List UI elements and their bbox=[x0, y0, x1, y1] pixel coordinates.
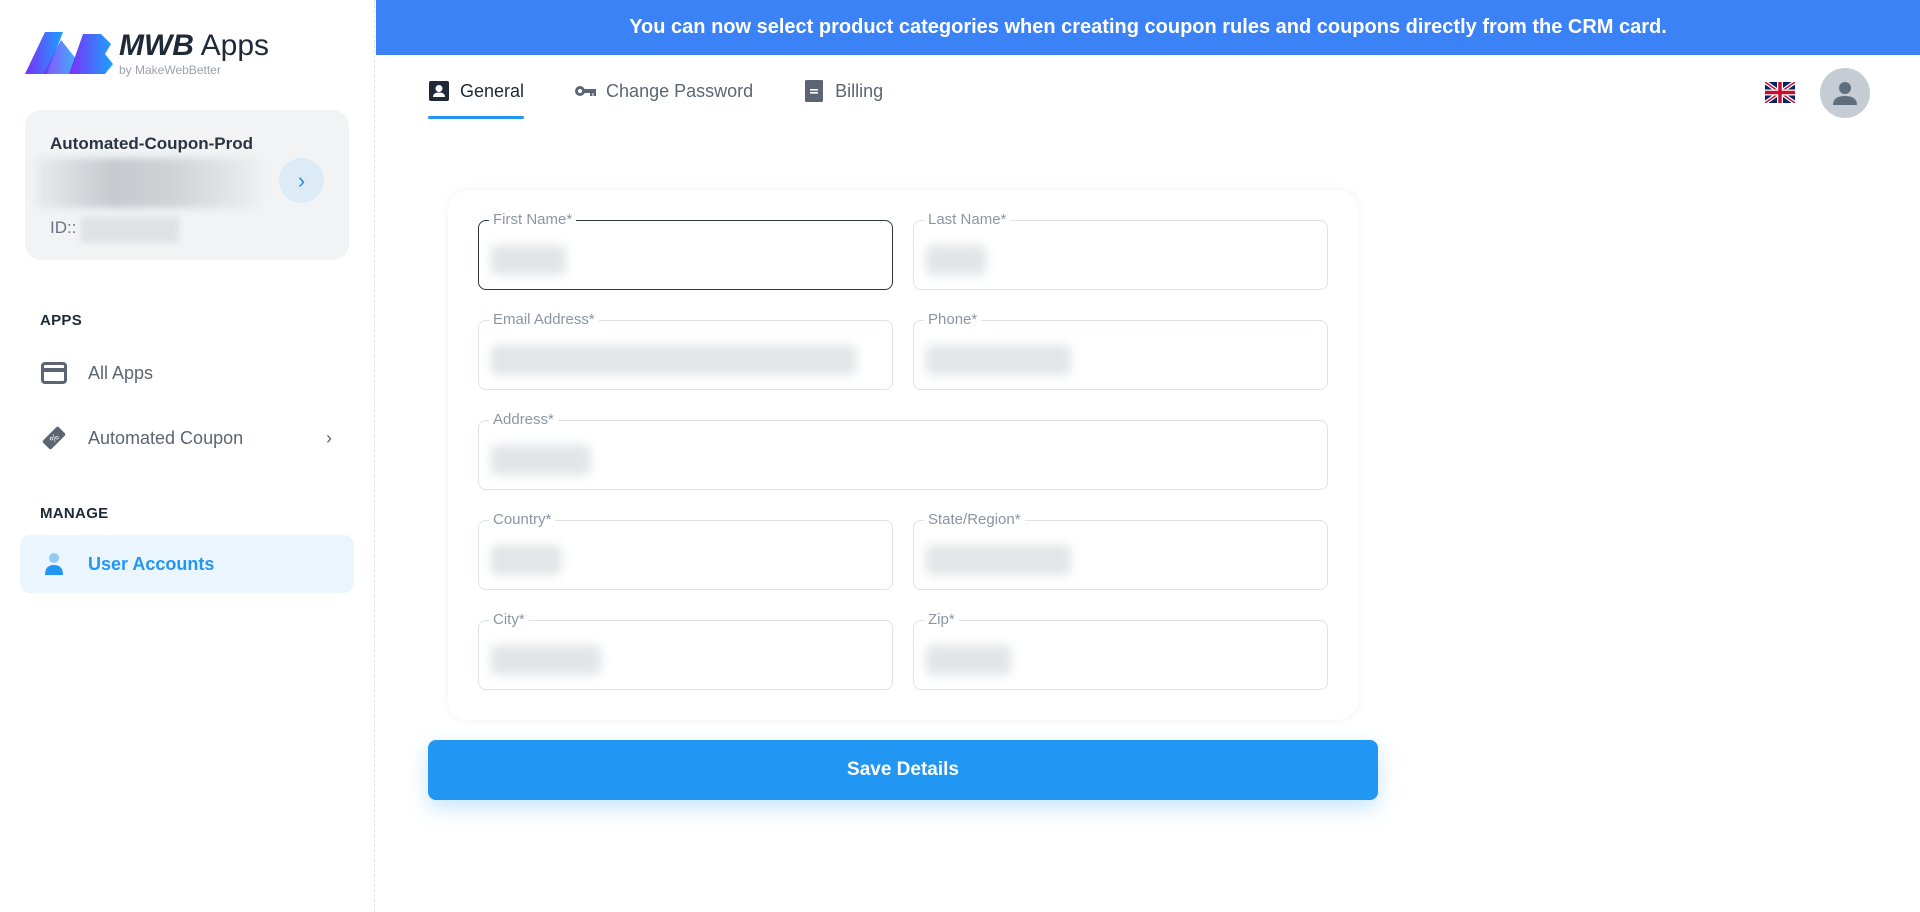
tab-general[interactable]: General bbox=[428, 70, 525, 119]
account-details-redacted bbox=[35, 158, 260, 208]
uk-flag-icon bbox=[1763, 80, 1797, 105]
brand-title: MWB Apps bbox=[119, 29, 270, 62]
brand-logo[interactable]: MWB Apps by MakeWebBetter bbox=[25, 30, 269, 78]
country-field[interactable]: Country* bbox=[478, 511, 893, 590]
section-label-apps: APPS bbox=[40, 312, 83, 329]
sidebar-item-automated-coupon[interactable]: % Automated Coupon › bbox=[20, 409, 354, 467]
address-input[interactable] bbox=[479, 421, 1327, 489]
first-name-input[interactable] bbox=[479, 221, 892, 289]
brand-subtitle: by MakeWebBetter bbox=[119, 63, 221, 77]
city-input[interactable] bbox=[479, 621, 892, 689]
account-switch-button[interactable]: › bbox=[279, 158, 324, 203]
chevron-right-icon: › bbox=[326, 427, 332, 448]
section-label-manage: MANAGE bbox=[40, 505, 109, 522]
user-icon bbox=[1833, 82, 1857, 105]
address-field[interactable]: Address* bbox=[478, 411, 1328, 490]
email-input[interactable] bbox=[479, 321, 892, 389]
tab-billing[interactable]: Billing bbox=[803, 70, 883, 112]
card-icon bbox=[40, 359, 68, 387]
country-input[interactable] bbox=[479, 521, 892, 589]
sidebar-item-label: User Accounts bbox=[88, 553, 215, 574]
save-details-button[interactable]: Save Details bbox=[428, 740, 1378, 800]
zip-field[interactable]: Zip* bbox=[913, 611, 1328, 690]
settings-tabs: General Change Password Billing bbox=[428, 70, 933, 120]
mwb-logo-icon bbox=[25, 32, 113, 74]
email-field[interactable]: Email Address* bbox=[478, 311, 893, 390]
account-id-redacted bbox=[81, 217, 179, 243]
document-icon bbox=[803, 80, 825, 102]
last-name-field[interactable]: Last Name* bbox=[913, 211, 1328, 290]
coupon-tag-icon: % bbox=[40, 424, 68, 452]
key-icon bbox=[574, 80, 597, 102]
chevron-right-icon: › bbox=[297, 167, 306, 193]
first-name-field[interactable]: First Name* bbox=[478, 211, 893, 290]
account-name: Automated-Coupon-Prod bbox=[50, 134, 254, 153]
sidebar-item-all-apps[interactable]: All Apps bbox=[20, 344, 354, 402]
tab-label: Billing bbox=[835, 80, 884, 101]
language-selector[interactable] bbox=[1763, 80, 1797, 105]
state-region-input[interactable] bbox=[914, 521, 1327, 589]
sidebar-item-label: All Apps bbox=[88, 362, 154, 383]
user-icon bbox=[40, 550, 68, 578]
account-id-label: ID:: bbox=[50, 218, 77, 237]
zip-input[interactable] bbox=[914, 621, 1327, 689]
city-field[interactable]: City* bbox=[478, 611, 893, 690]
state-region-field[interactable]: State/Region* bbox=[913, 511, 1328, 590]
tab-change-password[interactable]: Change Password bbox=[574, 70, 753, 112]
last-name-input[interactable] bbox=[914, 221, 1327, 289]
sidebar-item-label: Automated Coupon bbox=[88, 427, 244, 448]
phone-field[interactable]: Phone* bbox=[913, 311, 1328, 390]
sidebar-item-user-accounts[interactable]: User Accounts bbox=[20, 535, 354, 593]
account-card: Automated-Coupon-Prod ID:: › bbox=[25, 110, 349, 260]
announcement-banner: You can now select product categories wh… bbox=[376, 0, 1920, 55]
tab-label: Change Password bbox=[606, 80, 754, 101]
profile-form-card: First Name* Last Name* Email Address* Ph… bbox=[448, 190, 1358, 720]
contact-card-icon bbox=[428, 80, 450, 102]
sidebar: MWB Apps by MakeWebBetter Automated-Coup… bbox=[0, 0, 375, 912]
user-avatar[interactable] bbox=[1820, 68, 1870, 118]
tab-label: General bbox=[460, 80, 525, 101]
phone-input[interactable] bbox=[914, 321, 1327, 389]
